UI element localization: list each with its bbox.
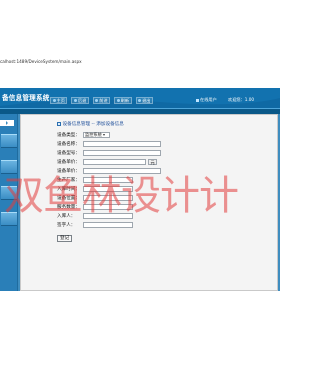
breadcrumb-text: 设备信息管理 -- 添加设备信息 <box>62 122 124 127</box>
back-icon <box>73 99 77 102</box>
online-users[interactable]: 在线用户 <box>196 97 217 103</box>
system-title: 备信息管理系统 <box>2 94 50 102</box>
top-nav: 主页 后退 前进 刷新 退出 <box>50 97 153 104</box>
nav-label: 退出 <box>142 97 151 103</box>
approver-input[interactable] <box>83 222 133 228</box>
submit-button[interactable]: 登记 <box>57 235 73 242</box>
field-label: 设备型号： <box>57 151 80 156</box>
field-approver: 签字人： <box>57 222 133 228</box>
nav-label: 前进 <box>99 97 108 103</box>
watermark-text: 双鱼林设计计 <box>4 173 239 219</box>
refresh-icon <box>116 99 120 102</box>
field-label: 签字人： <box>57 223 76 228</box>
exit-icon <box>138 99 142 102</box>
nav-exit-button[interactable]: 退出 <box>135 97 153 104</box>
sidebar-menu-item[interactable] <box>1 134 17 148</box>
sidebar-toggle[interactable] <box>0 120 14 126</box>
nav-label: 后退 <box>77 97 87 103</box>
field-device-type: 设备类型： 监控系统 <box>57 132 110 138</box>
app-header: 备信息管理系统 主页 后退 前进 刷新 退出 在线用户 欢迎您：1.00 <box>0 88 280 114</box>
device-model-input[interactable] <box>83 150 161 156</box>
user-icon <box>196 98 199 102</box>
select-value: 监控系统 <box>85 132 102 137</box>
nav-home-button[interactable]: 主页 <box>50 97 68 104</box>
field-device-model: 设备型号： <box>57 150 161 156</box>
field-label: 设备名称： <box>57 142 80 147</box>
browser-address-bar[interactable]: calhost:1489/DeviceSystem/main.aspx <box>0 56 280 68</box>
nav-label: 主页 <box>56 97 65 103</box>
chevron-down-icon <box>102 134 105 136</box>
nav-forward-button[interactable]: 前进 <box>92 97 111 104</box>
breadcrumb: 设备信息管理 -- 添加设备信息 <box>57 121 124 127</box>
checkbox-icon <box>57 122 61 126</box>
home-icon <box>52 99 56 102</box>
field-device-name: 设备名称： <box>57 141 161 147</box>
nav-label: 刷新 <box>120 97 130 103</box>
url-text: calhost:1489/DeviceSystem/main.aspx <box>0 59 82 64</box>
collapse-arrow-icon <box>6 121 8 125</box>
online-label: 在线用户 <box>200 97 217 102</box>
nav-back-button[interactable]: 后退 <box>71 97 89 104</box>
field-label: 设备类型： <box>57 133 80 138</box>
nav-refresh-button[interactable]: 刷新 <box>114 97 132 104</box>
device-type-select[interactable]: 监控系统 <box>83 132 110 138</box>
welcome-text: 欢迎您：1.00 <box>228 97 255 102</box>
device-name-input[interactable] <box>83 141 161 147</box>
forward-icon <box>95 99 99 102</box>
